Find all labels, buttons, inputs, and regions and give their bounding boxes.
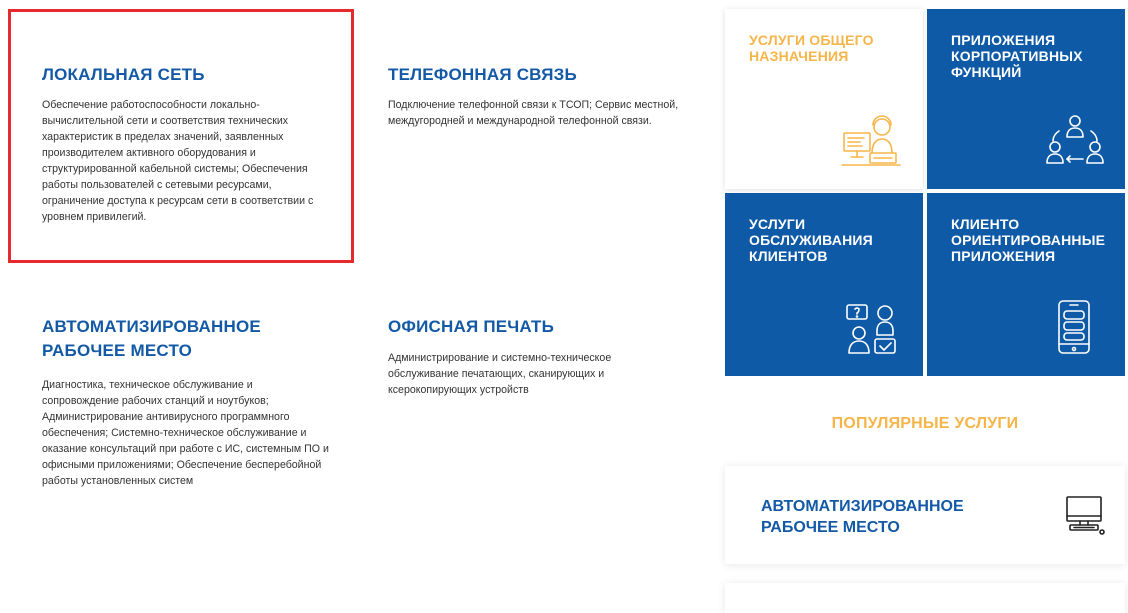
service-office-printing[interactable]: ОФИСНАЯ ПЕЧАТЬ Администрирование и систе… [388, 315, 628, 398]
support-operator-icon [841, 115, 901, 166]
popular-service-card-partial[interactable] [725, 583, 1125, 613]
popular-service-title: АВТОМАТИЗИРОВАННОЕ РАБОЧЕЕ МЕСТО [761, 498, 964, 536]
tile-title: УСЛУГИ ОБСЛУЖИВАНИЯ КЛИЕНТОВ [749, 216, 873, 264]
service-title[interactable]: ТЕЛЕФОННАЯ СВЯЗЬ [388, 63, 688, 87]
service-description: Подключение телефонной связи к ТСОП; Сер… [388, 99, 679, 127]
service-description: Диагностика, техническое обслуживание и … [42, 379, 329, 487]
client-support-icon [846, 304, 896, 354]
service-title[interactable]: ОФИСНАЯ ПЕЧАТЬ [388, 315, 628, 339]
tile-corporate-apps[interactable]: ПРИЛОЖЕНИЯ КОРПОРАТИВНЫХ ФУНКЦИЙ [927, 9, 1125, 189]
service-workstation[interactable]: АВТОМАТИЗИРОВАННОЕ РАБОЧЕЕ МЕСТО Диагнос… [42, 315, 332, 489]
popular-services-heading: ПОПУЛЯРНЫЕ УСЛУГИ [831, 415, 1019, 432]
computer-monitor-icon [1066, 496, 1105, 535]
tile-title: КЛИЕНТО ОРИЕНТИРОВАННЫЕ ПРИЛОЖЕНИЯ [951, 216, 1106, 264]
popular-service-card[interactable]: АВТОМАТИЗИРОВАННОЕ РАБОЧЕЕ МЕСТО [725, 466, 1125, 564]
service-local-network[interactable]: ЛОКАЛЬНАЯ СЕТЬ Обеспечение работоспособн… [42, 63, 332, 225]
tile-general-services[interactable]: УСЛУГИ ОБЩЕГО НАЗНАЧЕНИЯ [725, 9, 923, 189]
service-description: Обеспечение работоспособности локально-в… [42, 99, 314, 223]
users-exchange-icon [1046, 115, 1104, 164]
tile-title: УСЛУГИ ОБЩЕГО НАЗНАЧЕНИЯ [749, 32, 874, 64]
tile-title: ПРИЛОЖЕНИЯ КОРПОРАТИВНЫХ ФУНКЦИЙ [951, 32, 1083, 80]
tile-client-apps[interactable]: КЛИЕНТО ОРИЕНТИРОВАННЫЕ ПРИЛОЖЕНИЯ [927, 193, 1125, 376]
service-telephony[interactable]: ТЕЛЕФОННАЯ СВЯЗЬ Подключение телефонной … [388, 63, 688, 129]
service-title[interactable]: АВТОМАТИЗИРОВАННОЕ РАБОЧЕЕ МЕСТО [42, 315, 302, 363]
service-title[interactable]: ЛОКАЛЬНАЯ СЕТЬ [42, 63, 332, 87]
tile-client-services[interactable]: УСЛУГИ ОБСЛУЖИВАНИЯ КЛИЕНТОВ [725, 193, 923, 376]
service-description: Администрирование и системно-техническое… [388, 352, 612, 396]
mobile-chat-icon [1058, 300, 1090, 354]
